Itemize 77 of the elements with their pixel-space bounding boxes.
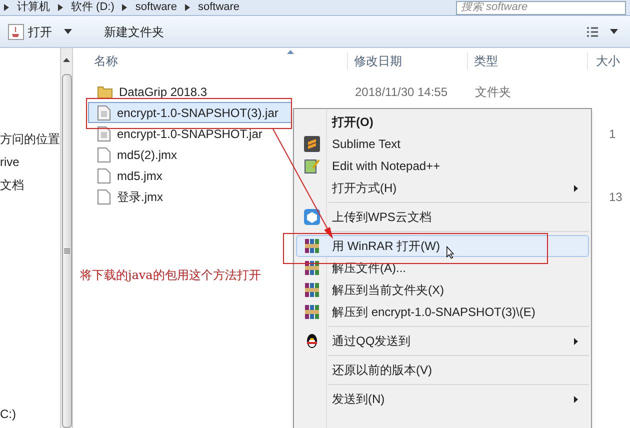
dropdown-caret-icon (64, 29, 72, 34)
file-size: 1 (609, 126, 616, 142)
menu-item[interactable]: 解压到当前文件夹(X) (296, 279, 589, 301)
jar-file-icon (97, 126, 111, 142)
menu-item-label: 解压到当前文件夹(X) (332, 282, 444, 299)
file-type: 文件夹 (475, 84, 511, 100)
menu-item[interactable]: 打开方式(H) (296, 177, 589, 199)
column-header[interactable]: 名称 (88, 52, 347, 70)
file-size: 13 (609, 188, 622, 206)
sublime-logo-icon (304, 136, 320, 152)
column-header[interactable]: 修改日期 (347, 52, 467, 70)
folder-icon (97, 84, 113, 98)
breadcrumb-item[interactable]: 计算机 (13, 2, 54, 13)
list-view-icon (587, 26, 598, 36)
nav-item[interactable]: 文档 (0, 174, 60, 197)
column-header[interactable]: 类型 (467, 52, 587, 70)
breadcrumb-item[interactable]: software (194, 2, 244, 13)
menu-item-label: Sublime Text (332, 136, 400, 153)
breadcrumb-arrow-icon (58, 4, 63, 11)
file-icon (97, 168, 111, 184)
file-row[interactable]: encrypt-1.0-SNAPSHOT(3).jar (88, 102, 292, 123)
menu-item-label: 解压到 encrypt-1.0-SNAPSHOT(3)\(E) (332, 304, 536, 321)
file-date: 2018/11/30 14:55 (355, 84, 448, 100)
menu-item-label: 发送到(N) (332, 391, 385, 408)
menu-item-label: 通过QQ发送到 (332, 333, 411, 350)
archive-books-icon (304, 260, 320, 276)
menu-item-label: Edit with Notepad++ (332, 158, 440, 175)
file-icon (97, 188, 111, 204)
dropdown-caret-icon (610, 29, 618, 34)
breadcrumb-arrow-icon (122, 4, 128, 11)
breadcrumb-arrow-icon (4, 4, 9, 11)
menu-item[interactable]: 解压到 encrypt-1.0-SNAPSHOT(3)\(E) (296, 301, 589, 323)
file-name: encrypt-1.0-SNAPSHOT.jar (117, 126, 262, 142)
file-row[interactable]: md5.jmx (88, 165, 292, 186)
archive-books-icon (304, 282, 320, 298)
menu-item-label: 还原以前的版本(V) (332, 362, 432, 379)
menu-item-label: 打开(O) (332, 114, 374, 131)
scrollbar-thumb[interactable] (62, 74, 72, 428)
file-name: encrypt-1.0-SNAPSHOT(3).jar (117, 104, 278, 122)
menu-item-label: 上传到WPS云文档 (332, 209, 432, 226)
menu-item-label: 用 WinRAR 打开(W) (332, 238, 440, 255)
menu-item[interactable]: 通过QQ发送到 (296, 330, 589, 352)
menu-item[interactable]: 用 WinRAR 打开(W) (296, 235, 589, 257)
file-name: md5(2).jmx (117, 146, 178, 164)
menu-item[interactable]: 发送到(N) (296, 388, 589, 410)
penguin-icon (304, 333, 320, 349)
breadcrumb-item[interactable]: 软件 (D:) (67, 2, 118, 13)
menu-item[interactable]: Sublime Text (296, 133, 589, 155)
menu-item[interactable]: Edit with Notepad++ (296, 155, 589, 177)
sort-arrow-icon (287, 50, 294, 54)
mouse-pointer-icon (446, 246, 455, 259)
menu-item[interactable]: 打开(O) (296, 111, 589, 133)
scroll-up-icon[interactable] (63, 58, 70, 62)
open-button[interactable]: 打开 (4, 20, 76, 44)
java-cup-icon (8, 24, 24, 40)
file-row[interactable]: md5(2).jmx (88, 144, 292, 165)
breadcrumb-arrow-icon (184, 4, 190, 11)
file-name: 登录.jmx (117, 188, 163, 206)
nav-item[interactable]: C:) (0, 404, 60, 424)
cloud-box-icon (304, 209, 320, 225)
annotation-note: 将下载的java的包用这个方法打开 (80, 267, 261, 284)
column-header[interactable]: 大小 (587, 52, 630, 70)
menu-item[interactable]: 上传到WPS云文档 (296, 206, 589, 228)
file-name: md5.jmx (117, 168, 162, 184)
menu-item[interactable]: 还原以前的版本(V) (296, 359, 589, 381)
jar-file-icon (97, 104, 111, 120)
grip-icon (64, 248, 70, 254)
nav-item[interactable]: 方问的位置 (0, 128, 60, 151)
archive-books-icon (304, 238, 320, 254)
nav-item[interactable]: rive (0, 151, 60, 174)
new-folder-button[interactable]: 新建文件夹 (100, 20, 168, 44)
menu-item-label: 打开方式(H) (332, 180, 397, 197)
notepad-icon (304, 158, 320, 174)
breadcrumb-item[interactable]: software (131, 2, 181, 13)
file-icon (97, 146, 111, 162)
file-name: DataGrip 2018.3 (119, 84, 208, 100)
archive-books-icon (304, 304, 320, 320)
